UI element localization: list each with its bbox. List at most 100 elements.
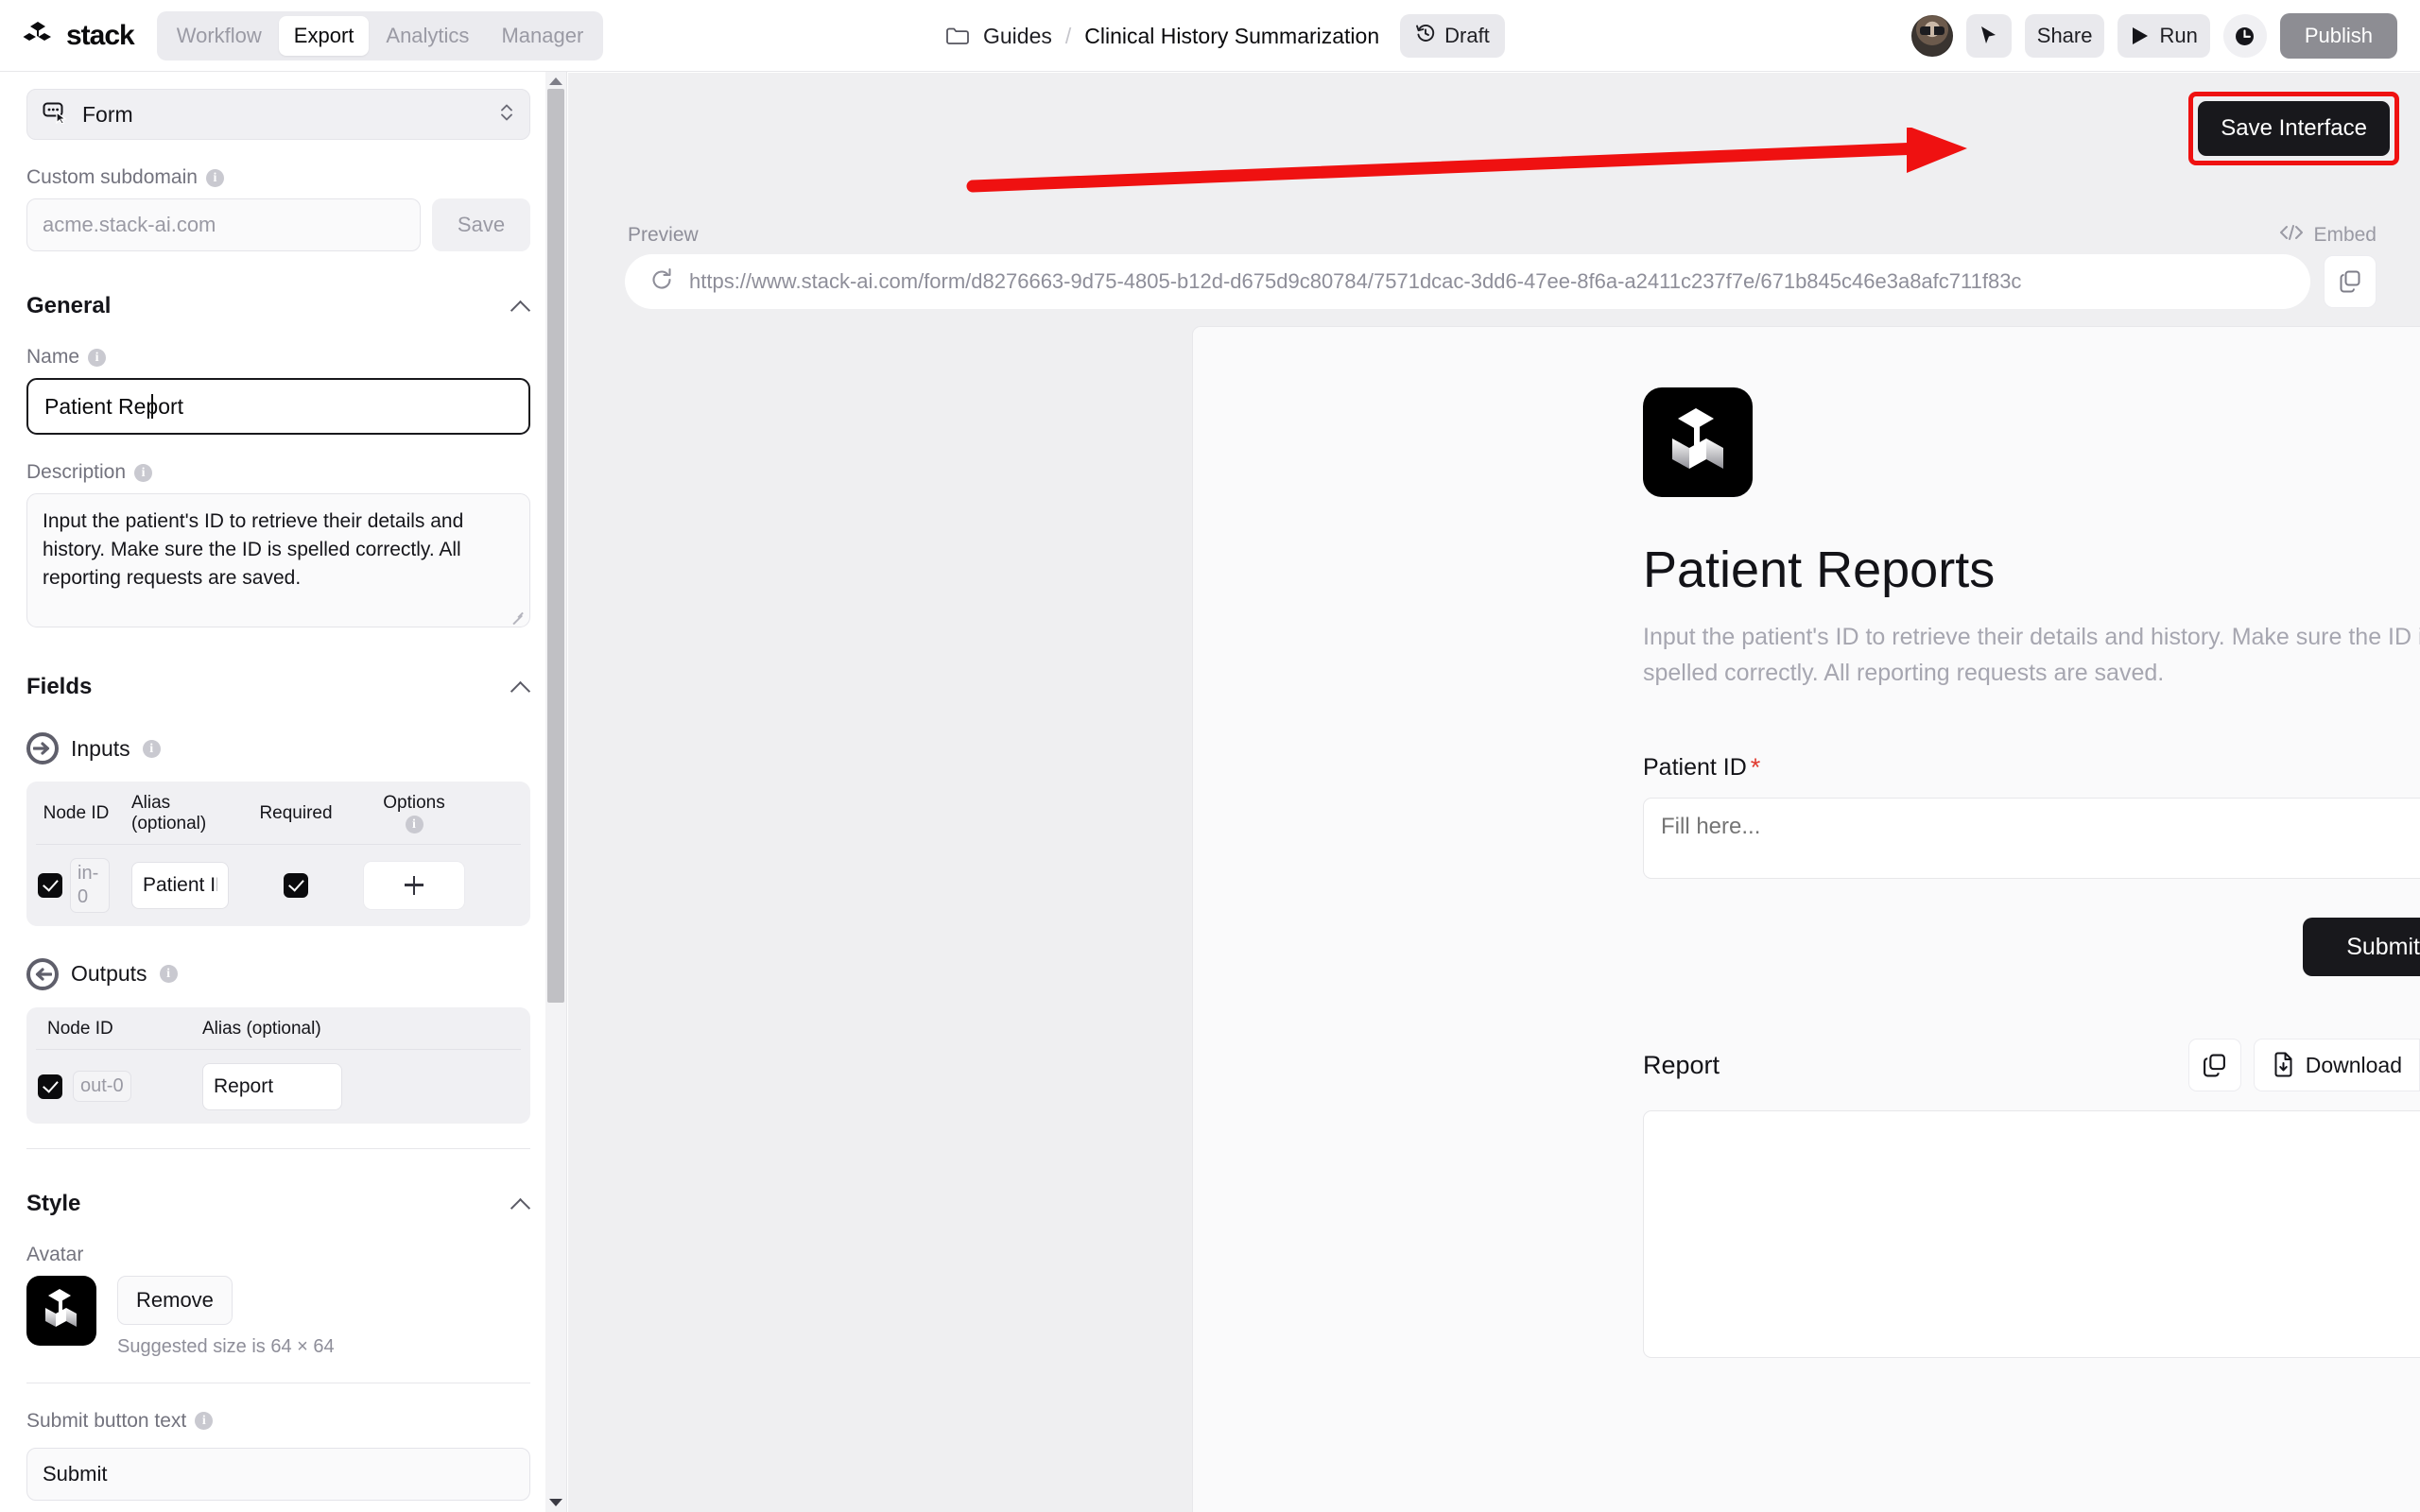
description-textarea[interactable] — [26, 493, 530, 627]
breadcrumb-separator: / — [1064, 23, 1072, 48]
inputs-header: Inputs i — [26, 732, 530, 765]
avatar-preview[interactable] — [26, 1275, 96, 1346]
tab-analytics[interactable]: Analytics — [371, 16, 484, 56]
submit-button[interactable]: Submit — [2303, 918, 2420, 976]
share-button[interactable]: Share — [2024, 14, 2105, 58]
info-icon[interactable]: i — [134, 463, 153, 482]
stack-logo-icon — [23, 19, 57, 53]
form-cursor-icon — [43, 101, 69, 129]
output-row-checkbox[interactable] — [38, 1074, 62, 1099]
info-icon[interactable]: i — [205, 168, 224, 187]
inputs-col-node-id: Node ID — [43, 802, 110, 823]
embed-label: Embed — [2313, 224, 2377, 246]
preview-form: Patient Reports Input the patient's ID t… — [1643, 387, 2420, 1358]
submit-button-text-input[interactable] — [26, 1447, 530, 1501]
info-icon[interactable]: i — [159, 965, 178, 984]
copy-icon — [2340, 270, 2360, 293]
breadcrumb-root[interactable]: Guides — [983, 24, 1052, 49]
inputs-title: Inputs — [71, 735, 130, 761]
annotation-arrow — [966, 128, 1967, 193]
remove-avatar-button[interactable]: Remove — [117, 1275, 233, 1325]
info-icon[interactable]: i — [142, 739, 161, 758]
avatar-size-hint: Suggested size is 64 × 64 — [117, 1335, 335, 1357]
cursor-pointer-icon — [1980, 26, 1996, 43]
clock-icon — [2236, 26, 2255, 45]
header-actions: Share Run Publish — [1910, 0, 2397, 72]
custom-subdomain-input[interactable] — [26, 198, 421, 251]
history-button[interactable] — [2222, 14, 2267, 58]
custom-subdomain-row: Save — [26, 198, 530, 251]
custom-subdomain-label-text: Custom subdomain — [26, 166, 198, 188]
chevron-up-icon[interactable] — [511, 1198, 530, 1210]
name-label: Name i — [26, 346, 530, 369]
sidebar-scrollbar[interactable] — [545, 72, 566, 1512]
run-label: Run — [2159, 24, 2198, 47]
fields-section-title: Fields — [26, 674, 93, 699]
download-label: Download — [2305, 1052, 2402, 1077]
interface-type-select[interactable]: Form — [26, 89, 530, 140]
sidebar: Form Custom subdomain i Save General — [0, 72, 567, 1512]
file-download-icon — [2274, 1052, 2292, 1077]
chevron-up-icon[interactable] — [511, 681, 530, 693]
preview-url-text: https://www.stack-ai.com/form/d8276663-9… — [689, 269, 2022, 293]
style-section-header[interactable]: Style — [26, 1191, 530, 1217]
play-icon — [2133, 27, 2149, 44]
download-group: Download — [2253, 1039, 2420, 1091]
publish-button[interactable]: Publish — [2279, 13, 2397, 59]
preview-frame: Patient Reports Input the patient's ID t… — [1192, 326, 2420, 1512]
preview-url-bar[interactable]: https://www.stack-ai.com/form/d8276663-9… — [625, 254, 2310, 309]
scroll-down-arrow-icon[interactable] — [549, 1499, 562, 1506]
input-row-checkbox[interactable] — [38, 872, 62, 898]
patient-id-input[interactable] — [1643, 798, 2420, 879]
inputs-col-required: Required — [259, 802, 333, 823]
input-node-id: in-0 — [70, 857, 110, 913]
refresh-icon[interactable] — [649, 267, 674, 297]
status-badge-draft[interactable]: Draft — [1400, 14, 1505, 58]
input-alias-field[interactable] — [131, 861, 229, 909]
scroll-up-arrow-icon[interactable] — [549, 77, 562, 85]
input-required-checkbox[interactable] — [284, 872, 308, 898]
breadcrumb-current[interactable]: Clinical History Summarization — [1084, 24, 1379, 49]
nav-tabs: Workflow Export Analytics Manager — [156, 10, 604, 60]
breadcrumb: Guides / Clinical History Summarization … — [945, 0, 1505, 72]
table-row: out-0 — [26, 1050, 530, 1124]
add-option-button[interactable] — [363, 860, 465, 910]
avatar[interactable] — [1910, 15, 1953, 57]
tab-workflow[interactable]: Workflow — [162, 16, 277, 56]
brand-name: stack — [66, 19, 135, 51]
submit-button-text-label: Submit button text i — [26, 1410, 530, 1433]
copy-url-button[interactable] — [2324, 255, 2377, 308]
outputs-table-header: Node ID Alias (optional) — [26, 1007, 530, 1049]
output-alias-field[interactable] — [202, 1062, 342, 1110]
embed-link[interactable]: Embed — [2279, 224, 2377, 247]
top-bar: stack Workflow Export Analytics Manager … — [0, 0, 2420, 72]
name-input[interactable] — [26, 378, 530, 435]
form-field-label-text: Patient ID — [1643, 754, 1747, 781]
cursor-pointer-icon-button[interactable] — [1965, 14, 2012, 58]
inputs-table-header: Node ID Alias (optional) Required Option… — [26, 782, 530, 844]
run-button[interactable]: Run — [2118, 14, 2210, 58]
text-caret — [151, 394, 153, 419]
download-button[interactable]: Download — [2255, 1040, 2419, 1091]
tab-export[interactable]: Export — [278, 15, 370, 56]
copy-report-button[interactable] — [2187, 1039, 2241, 1091]
info-icon[interactable]: i — [195, 1412, 214, 1431]
chevron-updown-icon — [499, 101, 514, 129]
report-output-box[interactable] — [1643, 1110, 2420, 1358]
sidebar-scroll-thumb[interactable] — [547, 89, 564, 1003]
save-interface-button[interactable]: Save Interface — [2198, 101, 2390, 156]
chevron-up-icon[interactable] — [511, 301, 530, 312]
inputs-col-alias: Alias (optional) — [131, 793, 207, 833]
general-section-header[interactable]: General — [26, 293, 530, 319]
fields-section-header[interactable]: Fields — [26, 674, 530, 700]
status-badge-label: Draft — [1444, 24, 1490, 47]
tab-manager[interactable]: Manager — [486, 16, 598, 56]
save-interface-highlight: Save Interface — [2188, 92, 2399, 165]
info-icon[interactable]: i — [88, 348, 107, 367]
report-title: Report — [1643, 1050, 1720, 1079]
form-description: Input the patient's ID to retrieve their… — [1643, 624, 2420, 686]
subdomain-save-button[interactable]: Save — [432, 198, 530, 251]
brand[interactable]: stack — [23, 19, 135, 53]
info-icon[interactable]: i — [405, 815, 424, 833]
divider — [26, 1147, 530, 1149]
